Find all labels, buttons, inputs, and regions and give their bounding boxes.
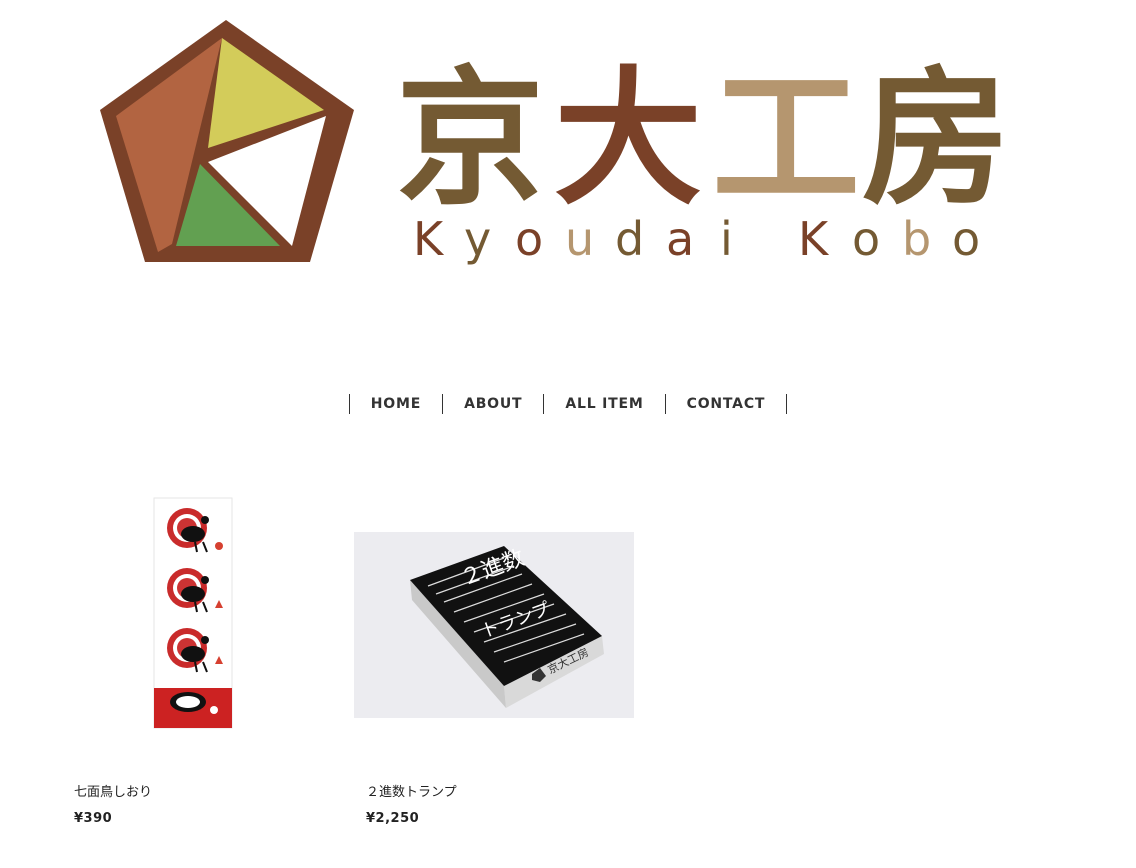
main-nav: HOME ABOUT ALL ITEM CONTACT — [0, 394, 1136, 414]
logo-subtitle-char-1: K — [413, 212, 445, 266]
product-card: ２進数 トランプ 京大工房 ２進数トランプ ¥2,250 — [354, 488, 634, 826]
product-image-binary-playing-cards[interactable]: ２進数 トランプ 京大工房 — [354, 488, 634, 768]
logo-title-char-1: 京 — [396, 53, 544, 225]
nav-contact-link[interactable]: CONTACT — [666, 394, 788, 414]
logo-title-char-4: 房 — [862, 53, 1010, 225]
site-logo[interactable]: 京 大 工 房 K y o u d a i K o b o — [90, 12, 1010, 282]
nav-about-link[interactable]: ABOUT — [443, 394, 545, 414]
logo-subtitle-char-4: u — [565, 212, 594, 266]
logo-subtitle-char-10: b — [902, 212, 931, 266]
logo-subtitle-char-7: i — [720, 212, 733, 266]
logo-subtitle-char-2: y — [464, 212, 491, 266]
product-card: 七面鳥しおり ¥390 — [62, 488, 342, 826]
product-price: ¥2,250 — [366, 811, 420, 826]
product-name[interactable]: ２進数トランプ — [366, 781, 457, 800]
pentagon-logo-icon — [100, 20, 354, 262]
logo-subtitle-char-9: o — [852, 212, 880, 266]
product-price: ¥390 — [74, 811, 113, 826]
logo-subtitle-char-5: d — [615, 212, 644, 266]
nav-home-link[interactable]: HOME — [350, 394, 444, 414]
product-image-turkey-bookmark[interactable] — [62, 488, 342, 768]
product-name[interactable]: 七面鳥しおり — [74, 781, 152, 800]
logo-subtitle-char-11: o — [952, 212, 980, 266]
nav-all-item-link[interactable]: ALL ITEM — [544, 394, 666, 414]
logo-title-char-3: 工 — [712, 53, 860, 225]
logo-subtitle-char-8: K — [798, 212, 830, 266]
nav-list: HOME ABOUT ALL ITEM CONTACT — [348, 394, 788, 414]
logo-subtitle-char-6: a — [666, 212, 694, 266]
logo-subtitle-char-3: o — [515, 212, 543, 266]
logo-title-char-2: 大 — [554, 53, 702, 225]
logo-graphic: 京 大 工 房 K y o u d a i K o b o — [100, 20, 1010, 266]
